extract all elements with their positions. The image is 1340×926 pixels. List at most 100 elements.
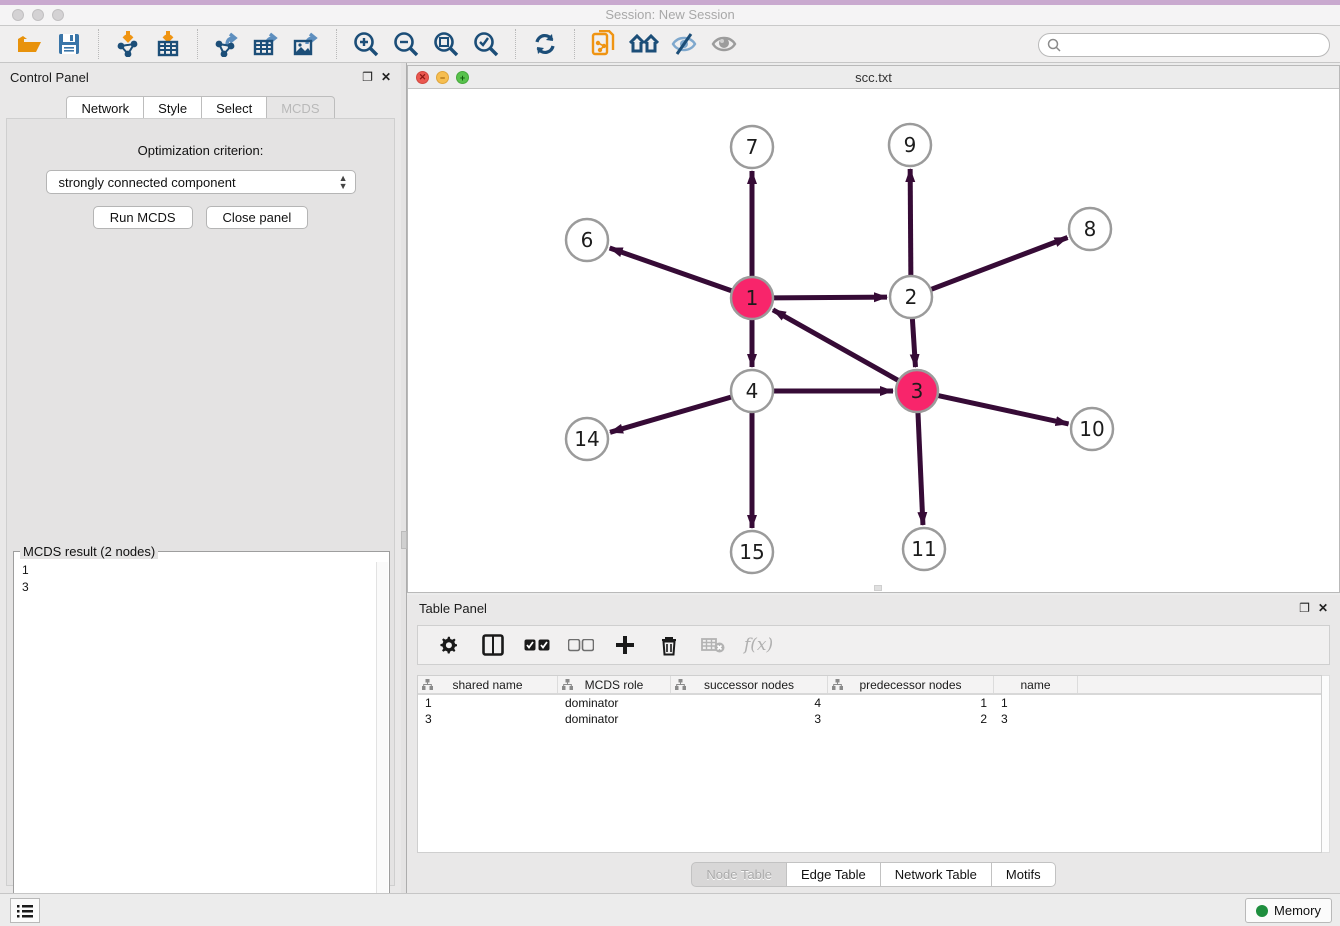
- optimization-criterion-label: Optimization criterion:: [7, 143, 394, 158]
- show-selection-button[interactable]: [709, 29, 739, 59]
- memory-status-icon: [1256, 905, 1268, 917]
- import-table-icon: [156, 31, 180, 57]
- mcds-result-line: 1: [22, 562, 375, 579]
- cell-successor-nodes: 3: [671, 711, 828, 727]
- column-header-successor-nodes[interactable]: successor nodes: [671, 676, 828, 693]
- import-network-button[interactable]: [113, 29, 143, 59]
- duplicate-network-icon: [591, 30, 617, 58]
- control-panel-title: Control Panel: [10, 70, 89, 85]
- table-scrollbar[interactable]: [1322, 675, 1330, 853]
- add-column-button[interactable]: [612, 632, 638, 658]
- edge-2-8[interactable]: [931, 238, 1068, 290]
- tab-node-table[interactable]: Node Table: [691, 862, 787, 887]
- table-close-panel-icon[interactable]: ✕: [1318, 602, 1328, 614]
- import-table-button[interactable]: [153, 29, 183, 59]
- plus-icon: [615, 635, 635, 655]
- export-image-button[interactable]: [292, 29, 322, 59]
- table-panel: Table Panel ❐ ✕: [407, 595, 1340, 893]
- table-row[interactable]: 3dominator323: [418, 711, 1321, 727]
- apply-function-button[interactable]: f(x): [744, 635, 773, 655]
- column-header-name[interactable]: name: [994, 676, 1078, 693]
- cell-shared-name: 3: [418, 711, 558, 727]
- optimization-criterion-select[interactable]: strongly connected component ▲▼: [46, 170, 356, 194]
- run-mcds-button[interactable]: Run MCDS: [93, 206, 193, 229]
- edge-3-1[interactable]: [773, 310, 899, 381]
- cell-predecessor-nodes: 1: [828, 695, 994, 711]
- result-scrollbar[interactable]: [376, 562, 388, 924]
- duplicate-network-button[interactable]: [589, 29, 619, 59]
- edge-3-10[interactable]: [938, 395, 1069, 423]
- export-image-icon: [293, 31, 321, 57]
- cell-shared-name: 1: [418, 695, 558, 711]
- search-icon: [1047, 38, 1061, 52]
- column-header-predecessor-nodes[interactable]: predecessor nodes: [828, 676, 994, 693]
- zoom-out-button[interactable]: [391, 29, 421, 59]
- select-all-button[interactable]: [524, 632, 550, 658]
- select-arrows-icon: ▲▼: [339, 174, 348, 190]
- export-table-button[interactable]: [252, 29, 282, 59]
- mcds-result-list[interactable]: 13: [17, 562, 375, 922]
- delete-table-button[interactable]: [700, 632, 726, 658]
- edge-1-2[interactable]: [773, 297, 887, 298]
- cell-name: 3: [994, 711, 1078, 727]
- mcds-result-line: 3: [22, 579, 375, 596]
- table-panel-title: Table Panel: [419, 601, 487, 616]
- close-panel-icon[interactable]: ✕: [381, 71, 391, 83]
- column-header-shared-name[interactable]: shared name: [418, 676, 558, 693]
- edge-4-14[interactable]: [610, 397, 732, 432]
- table-row[interactable]: 1dominator411: [418, 695, 1321, 711]
- home-views-button[interactable]: [629, 29, 659, 59]
- mcds-result-group: MCDS result (2 nodes) 13: [13, 551, 390, 926]
- unchecked-boxes-icon: [568, 639, 594, 652]
- edge-2-9[interactable]: [910, 169, 911, 276]
- network-graph[interactable]: 7968124314101511: [408, 89, 1339, 592]
- table-toolbar: f(x): [417, 625, 1330, 665]
- deselect-all-button[interactable]: [568, 632, 594, 658]
- network-window-titlebar[interactable]: ✕ − + scc.txt: [408, 66, 1339, 89]
- float-panel-icon[interactable]: ❐: [362, 71, 373, 83]
- list-icon: [17, 904, 33, 918]
- refresh-icon: [533, 32, 557, 56]
- close-panel-button[interactable]: Close panel: [206, 206, 309, 229]
- node-label-4: 4: [746, 379, 759, 403]
- search-field[interactable]: [1038, 33, 1330, 57]
- split-table-icon: [482, 634, 504, 656]
- hierarchy-icon: [832, 679, 843, 690]
- save-session-button[interactable]: [54, 29, 84, 59]
- hierarchy-icon: [562, 679, 573, 690]
- edge-3-11[interactable]: [918, 412, 923, 525]
- zoom-selected-button[interactable]: [471, 29, 501, 59]
- table-float-panel-icon[interactable]: ❐: [1299, 602, 1310, 614]
- hierarchy-icon: [422, 679, 433, 690]
- split-columns-button[interactable]: [480, 632, 506, 658]
- node-label-8: 8: [1084, 217, 1097, 241]
- refresh-layout-button[interactable]: [530, 29, 560, 59]
- node-label-6: 6: [581, 228, 594, 252]
- edge-2-3[interactable]: [912, 318, 915, 367]
- houses-icon: [629, 33, 659, 55]
- canvas-resize-grip[interactable]: [874, 585, 882, 591]
- open-session-button[interactable]: [14, 29, 44, 59]
- memory-button[interactable]: Memory: [1245, 898, 1332, 923]
- network-canvas[interactable]: 7968124314101511: [408, 89, 1339, 592]
- delete-column-button[interactable]: [656, 632, 682, 658]
- zoom-in-button[interactable]: [351, 29, 381, 59]
- node-table[interactable]: shared nameMCDS rolesuccessor nodesprede…: [417, 675, 1322, 853]
- node-label-14: 14: [574, 427, 599, 451]
- tab-motifs[interactable]: Motifs: [992, 862, 1056, 887]
- table-settings-button[interactable]: [436, 632, 462, 658]
- cell-predecessor-nodes: 2: [828, 711, 994, 727]
- delete-table-icon: [701, 637, 725, 653]
- tab-edge-table[interactable]: Edge Table: [787, 862, 881, 887]
- edge-1-6[interactable]: [610, 248, 733, 291]
- zoom-fit-icon: [433, 31, 459, 57]
- zoom-out-icon: [393, 31, 419, 57]
- hide-selection-button[interactable]: [669, 29, 699, 59]
- export-network-button[interactable]: [212, 29, 242, 59]
- task-history-button[interactable]: [10, 898, 40, 923]
- zoom-fit-button[interactable]: [431, 29, 461, 59]
- network-view-window: ✕ − + scc.txt 7968124314101511: [407, 65, 1340, 593]
- column-header-MCDS-role[interactable]: MCDS role: [558, 676, 671, 693]
- tab-network-table[interactable]: Network Table: [881, 862, 992, 887]
- search-input[interactable]: [1061, 35, 1329, 55]
